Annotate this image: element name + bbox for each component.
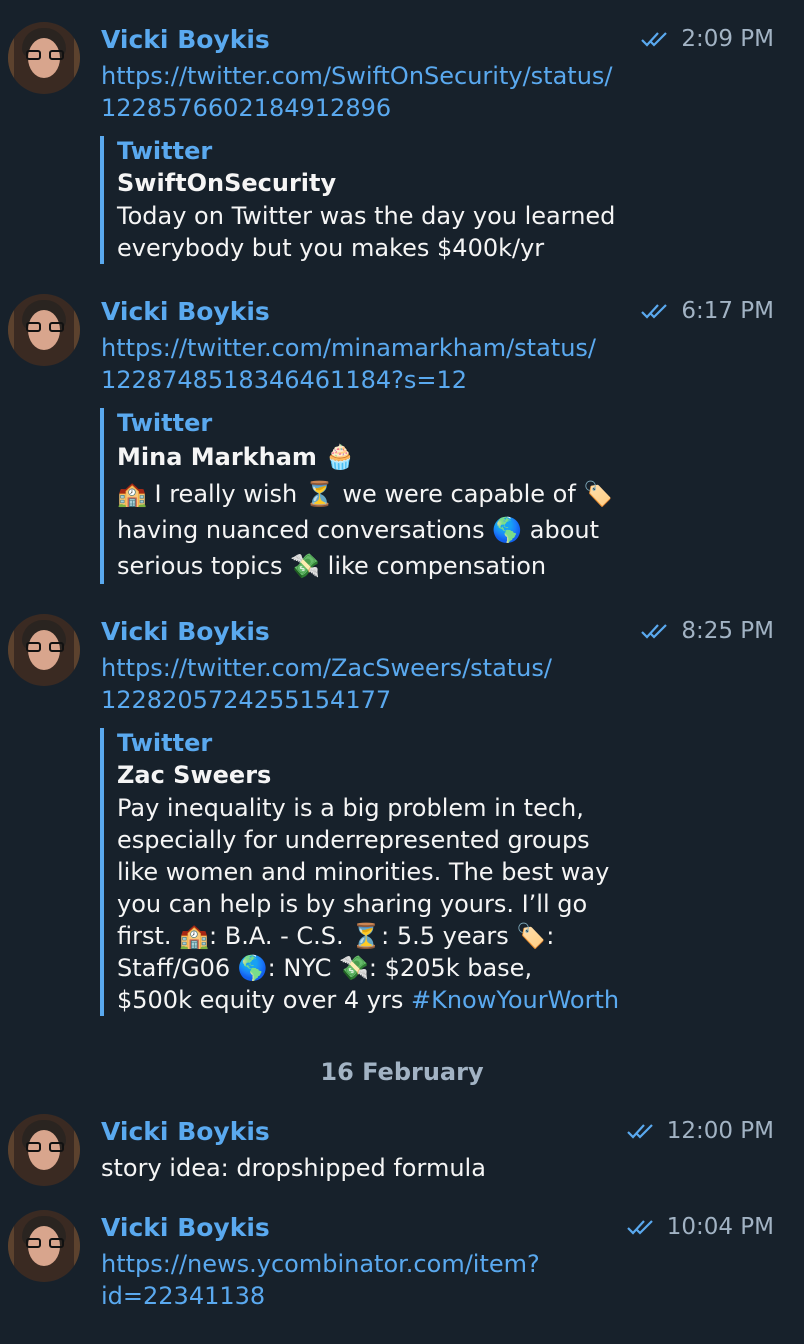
message-link[interactable]: https://news.ycombinator.com/item? id=22… [101, 1248, 540, 1312]
double-check-icon [641, 32, 668, 47]
double-check-icon [641, 304, 668, 319]
preview-line: 🏫 I really wish ⏳ we were capable of 🏷️ [117, 480, 614, 508]
message[interactable]: Vicki Boykis 10:04 PM https://news.ycomb… [0, 1210, 804, 1320]
message-time: 6:17 PM [641, 296, 774, 326]
sender-name[interactable]: Vicki Boykis [101, 297, 270, 327]
preview-site: Twitter [117, 137, 213, 165]
time-label: 2:09 PM [681, 26, 774, 52]
double-check-icon [641, 624, 668, 639]
avatar[interactable] [8, 614, 80, 686]
link-line[interactable]: https://twitter.com/ZacSweers/status/ [101, 652, 552, 684]
time-label: 8:25 PM [681, 618, 774, 644]
link-preview[interactable]: Twitter SwiftOnSecurity Today on Twitter… [100, 136, 615, 264]
preview-line: serious topics 💸 like compensation [117, 552, 547, 580]
preview-author: SwiftOnSecurity [117, 169, 337, 197]
link-preview[interactable]: Twitter Mina Markham 🧁 🏫 I really wish ⏳… [100, 408, 613, 584]
preview-line: you can help is by sharing yours. I’ll g… [117, 890, 588, 918]
double-check-icon [626, 1220, 653, 1235]
avatar[interactable] [8, 1114, 80, 1186]
preview-site: Twitter [117, 409, 213, 437]
message[interactable]: Vicki Boykis 6:17 PM https://twitter.com… [0, 294, 804, 594]
preview-site: Twitter [117, 729, 213, 757]
message[interactable]: Vicki Boykis 12:00 PM story idea: dropsh… [0, 1114, 804, 1194]
avatar[interactable] [8, 294, 80, 366]
message-link[interactable]: https://twitter.com/minamarkham/status/ … [101, 332, 596, 396]
avatar[interactable] [8, 1210, 80, 1282]
message-time: 2:09 PM [641, 24, 774, 54]
sender-name[interactable]: Vicki Boykis [101, 617, 270, 647]
message-text: story idea: dropshipped formula [101, 1154, 486, 1182]
preview-line: Pay inequality is a big problem in tech, [117, 794, 584, 822]
preview-line: Today on Twitter was the day you learned [117, 202, 616, 230]
preview-author: Mina Markham 🧁 [117, 443, 356, 471]
avatar[interactable] [8, 22, 80, 94]
preview-author: Zac Sweers [117, 761, 272, 789]
message-time: 8:25 PM [641, 616, 774, 646]
time-label: 6:17 PM [681, 298, 774, 324]
link-line[interactable]: https://twitter.com/SwiftOnSecurity/stat… [101, 60, 613, 92]
preview-line: like women and minorities. The best way [117, 858, 610, 886]
link-line[interactable]: 1228748518346461184?s=12 [101, 364, 596, 396]
message-time: 12:00 PM [626, 1116, 774, 1146]
preview-body: 🏫 I really wish ⏳ we were capable of 🏷️ … [117, 476, 613, 584]
date-separator: 16 February [320, 1058, 484, 1086]
double-check-icon [626, 1124, 653, 1139]
time-label: 12:00 PM [666, 1118, 774, 1144]
message[interactable]: Vicki Boykis 8:25 PM https://twitter.com… [0, 614, 804, 1034]
preview-body: Pay inequality is a big problem in tech,… [117, 792, 619, 1016]
message-link[interactable]: https://twitter.com/SwiftOnSecurity/stat… [101, 60, 613, 124]
link-line[interactable]: 1228576602184912896 [101, 92, 613, 124]
sender-name[interactable]: Vicki Boykis [101, 1213, 270, 1243]
message-link[interactable]: https://twitter.com/ZacSweers/status/ 12… [101, 652, 552, 716]
preview-line: having nuanced conversations 🌎 about [117, 516, 600, 544]
time-label: 10:04 PM [666, 1214, 774, 1240]
preview-line: especially for underrepresented groups [117, 826, 590, 854]
link-line[interactable]: 1228205724255154177 [101, 684, 552, 716]
preview-line: Staff/G06 🌎: NYC 💸: $205k base, [117, 954, 533, 982]
link-preview[interactable]: Twitter Zac Sweers Pay inequality is a b… [100, 728, 619, 1016]
preview-line: $500k equity over 4 yrs #KnowYourWorth [117, 984, 619, 1016]
preview-text: $500k equity over 4 yrs [117, 986, 411, 1014]
hashtag-link[interactable]: #KnowYourWorth [411, 986, 619, 1014]
preview-line: first. 🏫: B.A. - C.S. ⏳: 5.5 years 🏷️: [117, 922, 555, 950]
link-line[interactable]: id=22341138 [101, 1280, 540, 1312]
sender-name[interactable]: Vicki Boykis [101, 25, 270, 55]
message-time: 10:04 PM [626, 1212, 774, 1242]
preview-body: Today on Twitter was the day you learned… [117, 200, 615, 264]
link-line[interactable]: https://news.ycombinator.com/item? [101, 1248, 540, 1280]
sender-name[interactable]: Vicki Boykis [101, 1117, 270, 1147]
preview-line: everybody but you makes $400k/yr [117, 234, 545, 262]
link-line[interactable]: https://twitter.com/minamarkham/status/ [101, 332, 596, 364]
message[interactable]: Vicki Boykis 2:09 PM https://twitter.com… [0, 22, 804, 272]
